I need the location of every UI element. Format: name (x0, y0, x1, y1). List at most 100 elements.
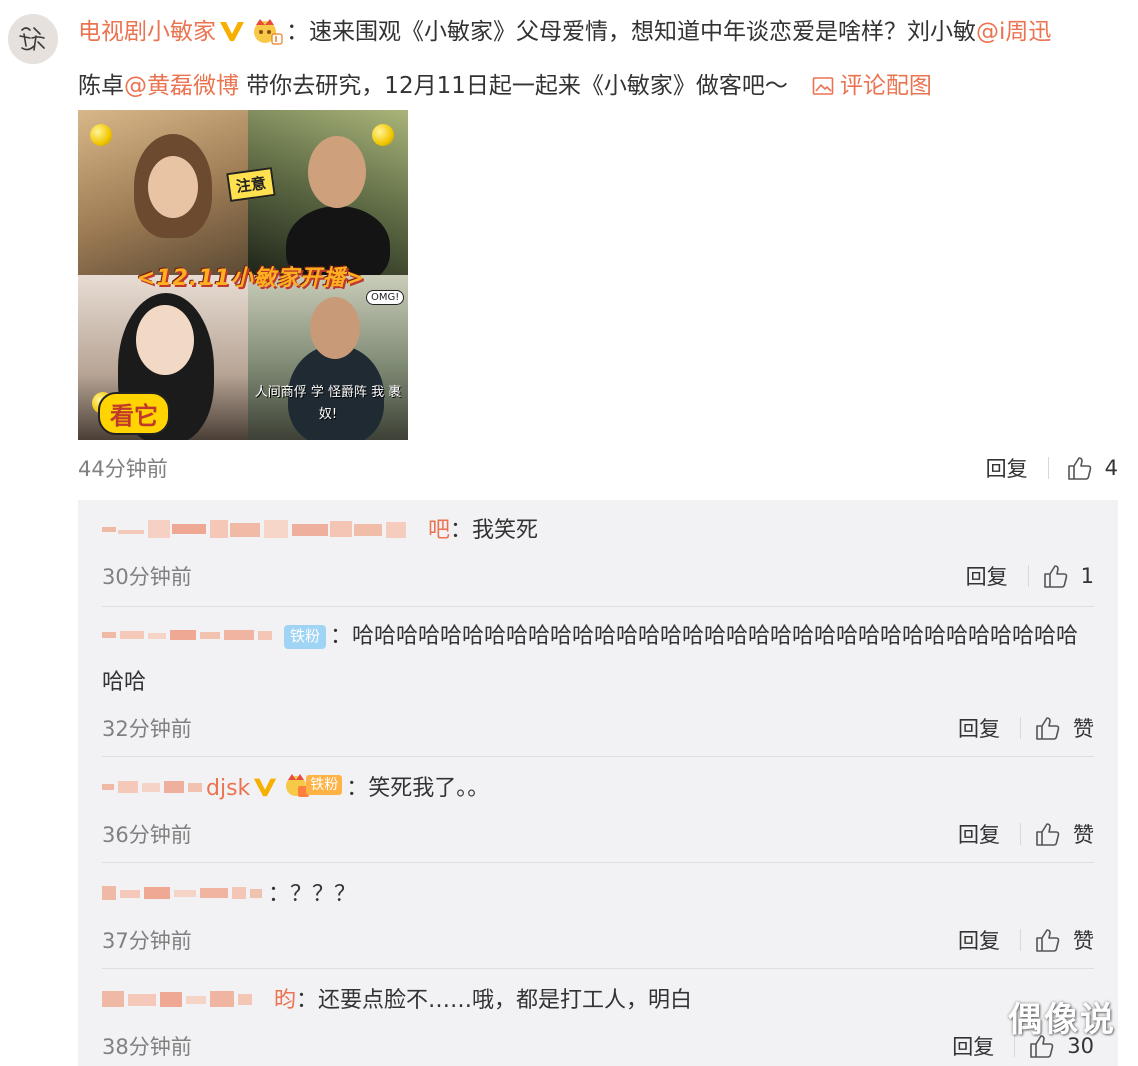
comment-divider (102, 756, 1094, 757)
comment-timestamp: 30分钟前 (102, 565, 192, 589)
comment-item: djsk 铁粉 ：笑死我了。。 (102, 766, 1094, 816)
comment-text: ：？？？ (102, 872, 1094, 918)
thumbs-up-icon[interactable] (1067, 455, 1093, 481)
comment-meta-row: 30分钟前 回复 1 (102, 561, 1094, 591)
post-text: 电视剧小敏家 ：速来围观《小敏家》父母爱情，想知道中年谈恋爱是啥样？刘小敏@i周迅… (78, 8, 1128, 110)
action-divider (1020, 717, 1021, 739)
comment-reply-button[interactable]: 回复 (958, 925, 1000, 955)
action-divider (1027, 565, 1029, 587)
action-divider (1020, 823, 1021, 845)
comment-username-suffix[interactable]: djsk (206, 776, 250, 801)
post-reply-button[interactable]: 回复 (986, 453, 1028, 483)
post-author-link[interactable]: 电视剧小敏家 (78, 19, 216, 45)
comment-actions: 回复 赞 (958, 713, 1094, 743)
comment-text: djsk 铁粉 ：笑死我了。。 (102, 766, 1094, 816)
comment-like-label: 赞 (1073, 717, 1094, 741)
blurred-username[interactable] (102, 882, 268, 904)
comment-reply-button[interactable]: 回复 (958, 819, 1000, 849)
comment-like-count: 1 (1080, 564, 1094, 588)
comment-item: 铁粉 ：哈哈哈哈哈哈哈哈哈哈哈哈哈哈哈哈哈哈哈哈哈哈哈哈哈哈哈哈哈哈哈哈哈哈哈 (102, 614, 1094, 706)
comment-meta-row: 37分钟前 回复 赞 (102, 925, 1094, 955)
comment-reply-button[interactable]: 回复 (958, 713, 1000, 743)
comment-separator: ： (330, 624, 353, 649)
gold-fan-badge: 铁粉 (284, 773, 343, 797)
comment-separator: ： (268, 882, 291, 907)
lemon-sticker-icon (90, 124, 112, 146)
comment-text: 铁粉 ：哈哈哈哈哈哈哈哈哈哈哈哈哈哈哈哈哈哈哈哈哈哈哈哈哈哈哈哈哈哈哈哈哈哈哈 (102, 614, 1094, 706)
post-image[interactable]: 注意 <12.11小敏家开播> OMG! 看它 人间商俘 学 怪爵阵 我 裹奴! (78, 110, 408, 440)
author-avatar[interactable] (8, 14, 58, 64)
post-timestamp: 44分钟前 (78, 457, 168, 481)
comment-like-label: 赞 (1073, 929, 1094, 953)
post-separator: ： (286, 19, 309, 45)
action-divider (1047, 457, 1049, 479)
comment-timestamp: 37分钟前 (102, 929, 192, 953)
comment-actions: 回复 1 (966, 561, 1094, 591)
comment-timestamp: 32分钟前 (102, 717, 192, 741)
gold-fan-badge-label: 铁粉 (306, 775, 343, 795)
comment-username-suffix[interactable]: 昀 (274, 988, 296, 1013)
comment-divider (102, 606, 1094, 607)
comment-body: ？？？ (290, 882, 357, 907)
image-speech-bubble: OMG! (366, 290, 405, 305)
comments-panel: 吧：我笑死 30分钟前 回复 1 铁粉 ：哈哈哈哈哈哈哈哈哈哈哈哈哈哈哈哈哈哈哈哈… (78, 500, 1118, 1066)
blurred-username[interactable] (102, 988, 274, 1010)
post-like-count: 4 (1104, 456, 1118, 480)
comment-separator: ： (346, 776, 369, 801)
figure-face-3 (136, 305, 194, 375)
avatar-logo-icon (8, 14, 58, 64)
blurred-username[interactable] (102, 776, 206, 798)
comment-actions: 回复 赞 (958, 925, 1094, 955)
post-meta-row: 44分钟前 回复 4 (78, 452, 1118, 484)
figure-face-4 (310, 297, 360, 359)
comment-picture-link[interactable]: 评论配图 (812, 73, 932, 99)
picture-icon (812, 77, 834, 95)
comment-meta-row: 36分钟前 回复 赞 (102, 819, 1094, 849)
comment-username-suffix[interactable]: 吧 (428, 518, 450, 543)
post-text-part-2: 陈卓 (78, 73, 124, 99)
thumbs-up-icon[interactable] (1035, 927, 1061, 953)
comment-meta-row: 38分钟前 回复 30 (102, 1031, 1094, 1061)
comment-picture-label: 评论配图 (839, 73, 932, 99)
action-divider (1020, 929, 1021, 951)
image-caption: 人间商俘 学 怪爵阵 我 裹奴! (254, 385, 402, 422)
comment-separator: ： (296, 988, 319, 1013)
comment-timestamp: 38分钟前 (102, 1035, 192, 1059)
thumbs-up-icon[interactable] (1035, 821, 1061, 847)
comment-text: 吧：我笑死 (102, 508, 1094, 554)
lemon-sticker-icon (372, 124, 394, 146)
comment-timestamp: 36分钟前 (102, 823, 192, 847)
watermark: 偶像说 (1008, 1000, 1116, 1040)
comment-text: 昀：还要点脸不……哦，都是打工人，明白 (102, 978, 1094, 1024)
comment-meta-row: 32分钟前 回复 赞 (102, 713, 1094, 743)
comment-divider (102, 862, 1094, 863)
comment-item: ：？？？ (102, 872, 1094, 918)
member-crown-icon (250, 14, 284, 62)
post-text-part-1: 速来围观《小敏家》父母爱情，想知道中年谈恋爱是啥样？刘小敏 (309, 19, 976, 45)
mention-huanglei[interactable]: @黄磊微博 (124, 73, 239, 99)
iron-fan-badge: 铁粉 (284, 625, 327, 649)
comment-body: 笑死我了。。 (368, 776, 490, 801)
thumbs-up-icon[interactable] (1035, 715, 1061, 741)
blurred-username[interactable] (102, 518, 428, 540)
comment-body: 我笑死 (472, 518, 539, 543)
comment-reply-button[interactable]: 回复 (952, 1031, 994, 1061)
comment-actions: 回复 赞 (958, 819, 1094, 849)
blurred-username[interactable] (102, 624, 280, 646)
verified-v-icon (218, 12, 246, 60)
comment-item: 昀：还要点脸不……哦，都是打工人，明白 (102, 978, 1094, 1024)
thumbs-up-icon[interactable] (1043, 563, 1069, 589)
post-text-part-3: 带你去研究，12月11日起一起来《小敏家》做客吧～ (239, 73, 788, 99)
comment-reply-button[interactable]: 回复 (966, 561, 1008, 591)
verified-v-icon (252, 770, 278, 816)
image-banner: <12.11小敏家开播> (136, 266, 366, 291)
comment-separator: ： (450, 518, 473, 543)
comment-body: 还要点脸不……哦，都是打工人，明白 (318, 988, 693, 1013)
comment-like-label: 赞 (1073, 823, 1094, 847)
image-sticker-look: 看它 (98, 392, 170, 435)
figure-face-1 (148, 156, 198, 218)
weibo-post: 电视剧小敏家 ：速来围观《小敏家》父母爱情，想知道中年谈恋爱是啥样？刘小敏@i周迅… (78, 8, 1128, 110)
comment-item: 吧：我笑死 (102, 508, 1094, 554)
post-actions: 回复 4 (986, 453, 1118, 483)
mention-zhouxun[interactable]: @i周迅 (976, 19, 1051, 45)
